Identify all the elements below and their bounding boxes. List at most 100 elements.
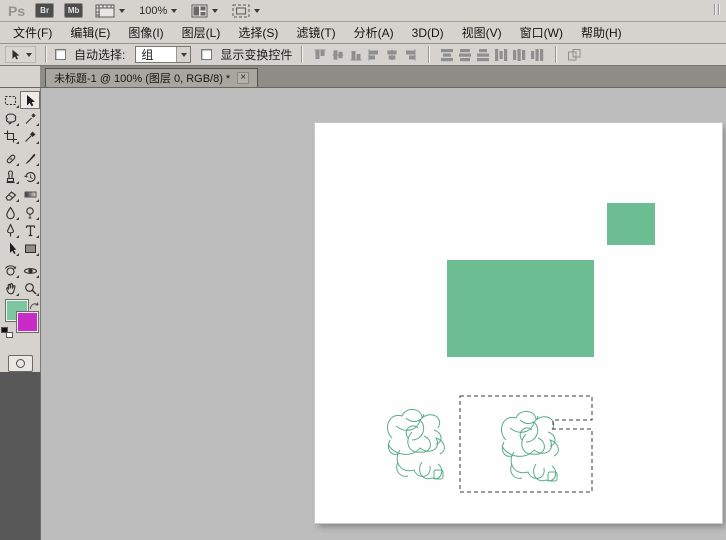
flyout-triangle-icon xyxy=(36,123,39,126)
align-vcenter-button[interactable] xyxy=(329,46,347,64)
align-right-button[interactable] xyxy=(401,46,419,64)
flyout-triangle-icon xyxy=(36,181,39,184)
menu-item-filter[interactable]: 滤镜(T) xyxy=(287,22,344,43)
zoom-level-value: 100% xyxy=(139,5,167,17)
menu-item-window[interactable]: 窗口(W) xyxy=(511,22,572,43)
align-left-button[interactable] xyxy=(365,46,383,64)
menu-item-file[interactable]: 文件(F) xyxy=(4,22,61,43)
dropdown-button[interactable] xyxy=(176,47,190,62)
launch-mobile-button[interactable]: Mb xyxy=(64,3,83,18)
eyedropper-tool[interactable] xyxy=(20,127,40,145)
menu-bar: 文件(F)编辑(E)图像(I)图层(L)选择(S)滤镜(T)分析(A)3D(D)… xyxy=(0,22,726,44)
color-swatches xyxy=(0,300,40,347)
screen-mode-button[interactable] xyxy=(230,3,262,19)
flyout-triangle-icon xyxy=(16,275,19,278)
zoom-level-dropdown[interactable]: 100% xyxy=(137,4,179,18)
menu-item-image[interactable]: 图像(I) xyxy=(119,22,172,43)
flyout-triangle-icon xyxy=(36,217,39,220)
auto-align-button[interactable] xyxy=(565,46,583,64)
document-tab[interactable]: 未标题-1 @ 100% (图层 0, RGB/8) * × xyxy=(45,68,258,87)
canvas-pasteboard[interactable] xyxy=(41,88,726,540)
path-selection-tool[interactable] xyxy=(0,239,20,257)
flyout-triangle-icon xyxy=(36,253,39,256)
gradient-tool[interactable] xyxy=(20,185,40,203)
tool-preset-picker[interactable] xyxy=(5,46,36,63)
menu-item-layer[interactable]: 图层(L) xyxy=(173,22,230,43)
spot-healing-brush-tool[interactable] xyxy=(0,149,20,167)
align-bottom-icon xyxy=(349,48,363,62)
dodge-tool[interactable] xyxy=(20,203,40,221)
align-bottom-button[interactable] xyxy=(347,46,365,64)
eraser-tool[interactable] xyxy=(0,185,20,203)
quick-selection-tool[interactable] xyxy=(20,109,40,127)
move-tool-icon xyxy=(23,93,38,108)
tab-bar-corner xyxy=(0,66,41,87)
auto-select-value: 组 xyxy=(141,46,153,63)
flyout-triangle-icon xyxy=(16,141,19,144)
menu-item-3d[interactable]: 3D(D) xyxy=(403,24,453,42)
photoshop-logo: Ps xyxy=(8,3,25,19)
launch-bridge-button[interactable]: Br xyxy=(35,3,54,18)
align-top-button[interactable] xyxy=(311,46,329,64)
clone-stamp-tool[interactable] xyxy=(0,167,20,185)
menu-item-view[interactable]: 视图(V) xyxy=(453,22,511,43)
align-top-icon xyxy=(313,48,327,62)
green-rectangle-large xyxy=(447,260,594,357)
brush-tool[interactable] xyxy=(20,149,40,167)
chevron-down-icon xyxy=(26,53,32,57)
flyout-triangle-icon xyxy=(16,105,19,108)
dist-hcenter-button[interactable] xyxy=(510,46,528,64)
rectangular-marquee-tool[interactable] xyxy=(0,91,20,109)
move-tool[interactable] xyxy=(20,91,40,109)
document-canvas[interactable] xyxy=(315,123,722,523)
arrange-documents-button[interactable] xyxy=(189,3,220,19)
hand-tool[interactable] xyxy=(0,279,20,297)
3d-orbit-tool[interactable] xyxy=(20,261,40,279)
crop-tool[interactable] xyxy=(0,127,20,145)
auto-select-dropdown[interactable]: 组 xyxy=(135,46,191,63)
flyout-triangle-icon xyxy=(16,235,19,238)
pen-tool[interactable] xyxy=(0,221,20,239)
chevron-down-icon xyxy=(254,9,260,13)
background-color-swatch[interactable] xyxy=(17,312,38,332)
blur-tool[interactable] xyxy=(0,203,20,221)
chevron-down-icon xyxy=(119,9,125,13)
dist-left-button[interactable] xyxy=(492,46,510,64)
view-extras-button[interactable] xyxy=(93,3,127,19)
dist-right-button[interactable] xyxy=(528,46,546,64)
align-vcenter-icon xyxy=(331,48,345,62)
align-hcenter-icon xyxy=(385,48,399,62)
green-rectangle-small xyxy=(607,203,655,245)
flyout-triangle-icon xyxy=(16,253,19,256)
chevron-down-icon xyxy=(181,53,187,57)
workspace xyxy=(0,88,726,540)
dist-hcenter-icon xyxy=(512,48,526,62)
menu-item-help[interactable]: 帮助(H) xyxy=(572,22,631,43)
options-separator xyxy=(301,46,302,63)
dist-top-button[interactable] xyxy=(438,46,456,64)
dist-bottom-button[interactable] xyxy=(474,46,492,64)
3d-rotate-tool[interactable] xyxy=(0,261,20,279)
menu-item-select[interactable]: 选择(S) xyxy=(229,22,287,43)
default-colors-icon[interactable] xyxy=(1,327,13,338)
view-extras-icon xyxy=(95,4,115,18)
dist-vcenter-button[interactable] xyxy=(456,46,474,64)
show-transform-checkbox[interactable] xyxy=(201,49,212,60)
tab-close-icon[interactable]: × xyxy=(237,72,249,84)
quick-mask-mode-button[interactable] xyxy=(8,355,33,372)
options-separator xyxy=(45,46,46,63)
screen-mode-icon xyxy=(232,4,250,18)
tab-strip: 未标题-1 @ 100% (图层 0, RGB/8) * × xyxy=(41,66,726,87)
lasso-tool[interactable] xyxy=(0,109,20,127)
auto-select-checkbox[interactable] xyxy=(55,49,66,60)
type-tool[interactable] xyxy=(20,221,40,239)
move-tool-preset-icon xyxy=(9,48,22,61)
align-hcenter-button[interactable] xyxy=(383,46,401,64)
selection-marquee[interactable] xyxy=(459,395,593,493)
menu-item-analysis[interactable]: 分析(A) xyxy=(345,22,403,43)
app-frame-strip xyxy=(0,372,41,540)
rectangle-shape-tool[interactable] xyxy=(20,239,40,257)
menu-item-edit[interactable]: 编辑(E) xyxy=(61,22,119,43)
history-brush-tool[interactable] xyxy=(20,167,40,185)
zoom-tool[interactable] xyxy=(20,279,40,297)
